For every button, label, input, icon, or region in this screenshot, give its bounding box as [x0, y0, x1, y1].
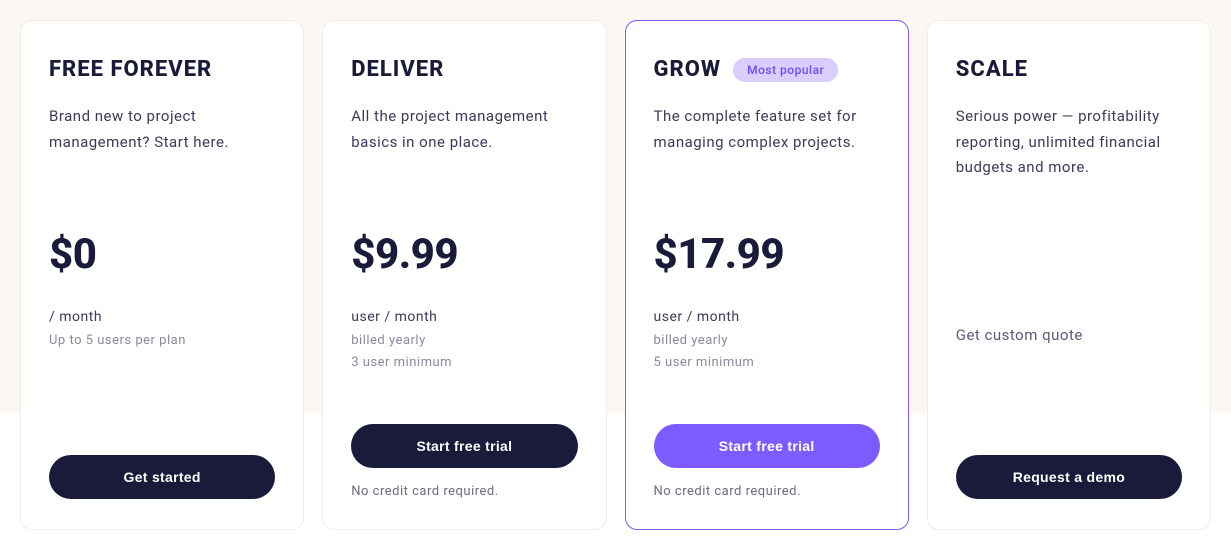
custom-quote-label: Get custom quote — [956, 326, 1182, 344]
pricing-card-free: FREE FOREVER Brand new to project manage… — [20, 20, 304, 530]
plan-price: $9.99 — [351, 230, 577, 279]
price-minimum: 3 user minimum — [351, 352, 577, 374]
pricing-grid: FREE FOREVER Brand new to project manage… — [20, 20, 1211, 530]
card-header: GROW Most popular — [654, 57, 880, 82]
card-header: DELIVER — [351, 57, 577, 82]
start-free-trial-button[interactable]: Start free trial — [654, 424, 880, 468]
price-unit: user / month — [654, 305, 880, 330]
price-billed: billed yearly — [654, 330, 880, 352]
card-header: FREE FOREVER — [49, 57, 275, 82]
pricing-card-grow: GROW Most popular The complete feature s… — [625, 20, 909, 530]
price-meta: / month Up to 5 users per plan — [49, 305, 275, 352]
plan-title: DELIVER — [351, 57, 444, 82]
plan-description: All the project management basics in one… — [351, 104, 577, 194]
plan-description: Serious power — profitability reporting,… — [956, 104, 1182, 194]
plan-title: FREE FOREVER — [49, 57, 212, 82]
pricing-card-scale: SCALE Serious power — profitability repo… — [927, 20, 1211, 530]
plan-description: The complete feature set for managing co… — [654, 104, 880, 194]
pricing-card-deliver: DELIVER All the project management basic… — [322, 20, 606, 530]
start-free-trial-button[interactable]: Start free trial — [351, 424, 577, 468]
card-footnote: No credit card required. — [654, 484, 880, 499]
plan-price: $0 — [49, 230, 275, 279]
request-demo-button[interactable]: Request a demo — [956, 455, 1182, 499]
price-minimum: Up to 5 users per plan — [49, 330, 275, 352]
card-footnote: No credit card required. — [351, 484, 577, 499]
card-header: SCALE — [956, 57, 1182, 82]
price-meta: user / month billed yearly 3 user minimu… — [351, 305, 577, 374]
plan-price: $17.99 — [654, 230, 880, 279]
price-unit: user / month — [351, 305, 577, 330]
plan-title: SCALE — [956, 57, 1028, 82]
get-started-button[interactable]: Get started — [49, 455, 275, 499]
price-meta: user / month billed yearly 5 user minimu… — [654, 305, 880, 374]
most-popular-badge: Most popular — [733, 58, 838, 82]
plan-title: GROW — [654, 57, 722, 82]
price-unit: / month — [49, 305, 275, 330]
price-billed: billed yearly — [351, 330, 577, 352]
price-minimum: 5 user minimum — [654, 352, 880, 374]
plan-description: Brand new to project management? Start h… — [49, 104, 275, 194]
